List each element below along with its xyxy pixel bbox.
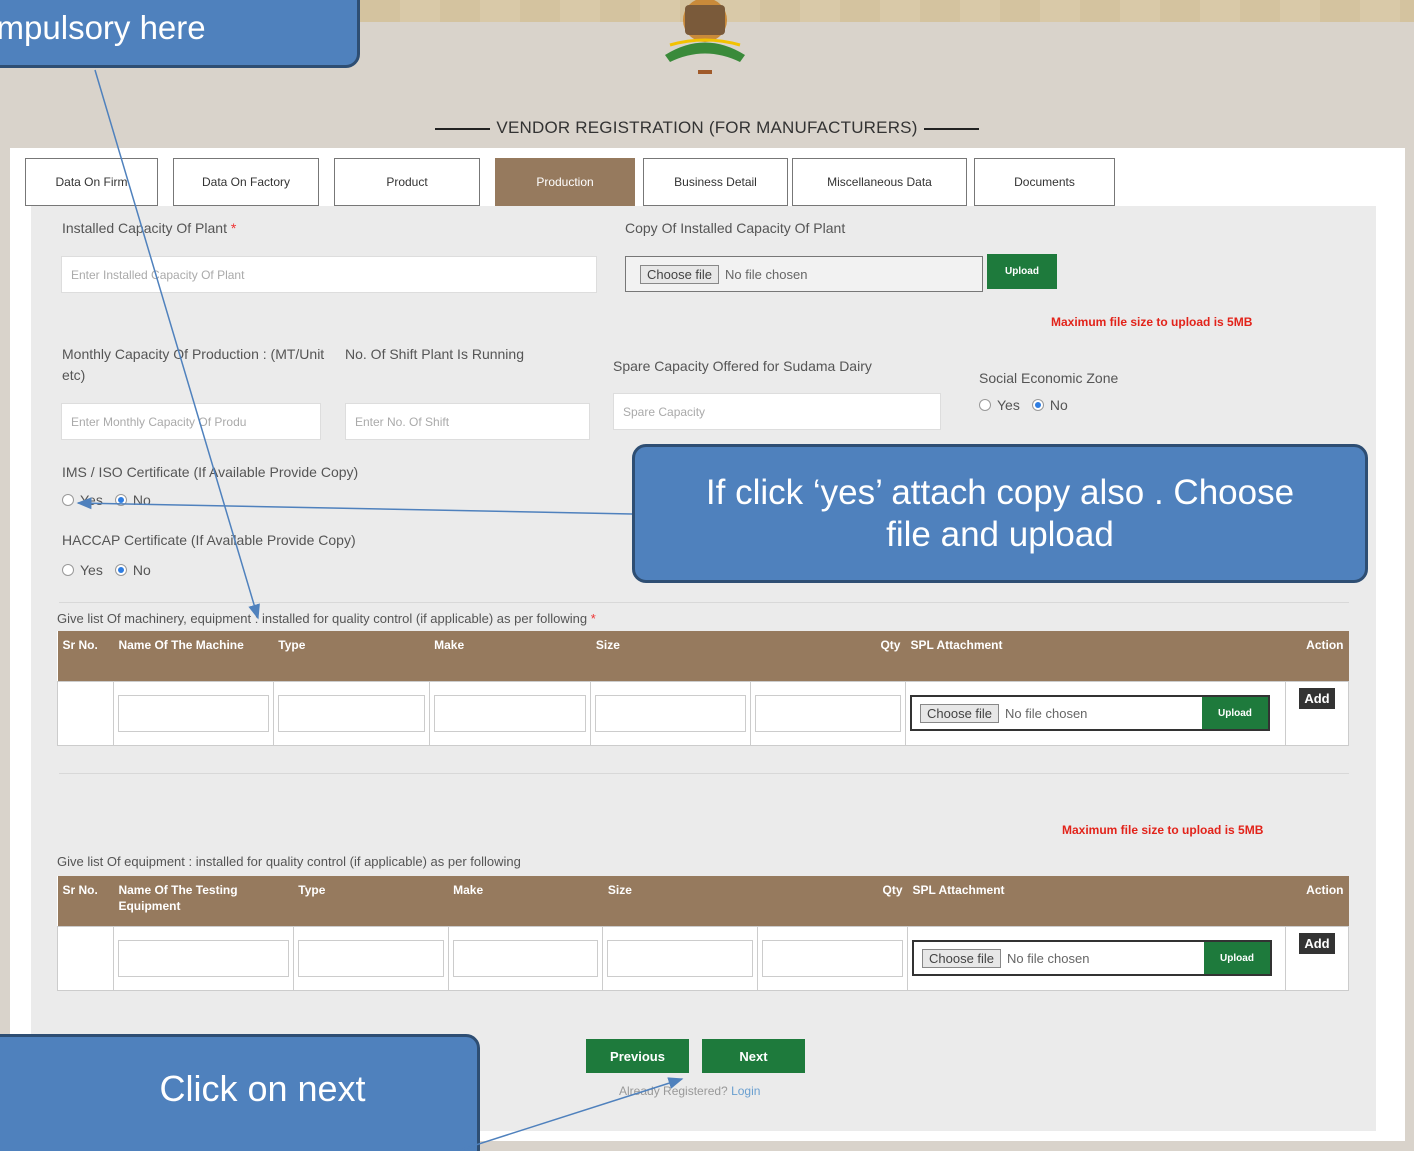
installed-capacity-input[interactable]: Enter Installed Capacity Of Plant [61, 256, 597, 293]
page-title: VENDOR REGISTRATION (FOR MANUFACTURERS) [0, 118, 1414, 138]
size-input[interactable] [595, 694, 747, 732]
spl-upload-button[interactable]: Upload [1204, 942, 1270, 974]
file-status: No file chosen [1007, 950, 1090, 966]
form-panel: Data On Firm Data On Factory Product Pro… [10, 148, 1405, 1141]
already-registered-text: Already Registered? Login [619, 1084, 761, 1098]
spl-upload-button[interactable]: Upload [1201, 697, 1268, 729]
callout-compulsory: Compulsory here [0, 0, 360, 68]
spare-capacity-input[interactable]: Spare Capacity [613, 393, 941, 430]
tab-data-on-factory[interactable]: Data On Factory [173, 158, 319, 206]
installed-capacity-label: Installed Capacity Of Plant * [62, 220, 237, 236]
size-input[interactable] [607, 939, 754, 977]
login-link[interactable]: Login [731, 1084, 760, 1098]
col-spl-attachment: SPL Attachment [905, 631, 1286, 681]
sez-yes-radio[interactable] [979, 399, 991, 411]
choose-file-button[interactable]: Choose file [922, 948, 1002, 968]
col-action: Action [1285, 631, 1349, 681]
table-row: Choose file No file chosen Upload Add [57, 925, 1350, 991]
make-input[interactable] [452, 939, 599, 977]
tab-business-detail[interactable]: Business Detail [643, 158, 788, 206]
ims-iso-no-radio[interactable] [114, 494, 127, 506]
col-sr-no: Sr No. [57, 876, 114, 926]
tab-production[interactable]: Production [495, 158, 635, 206]
col-make: Make [448, 876, 603, 926]
choose-file-button[interactable]: Choose file [919, 703, 1000, 723]
max-file-size-note: Maximum file size to upload is 5MB [1062, 823, 1264, 837]
col-sr-no: Sr No. [57, 631, 114, 681]
choose-file-button[interactable]: Choose file [640, 264, 720, 284]
col-type: Type [273, 631, 430, 681]
ims-iso-label: IMS / ISO Certificate (If Available Prov… [62, 464, 359, 480]
sez-label: Social Economic Zone [979, 370, 1119, 386]
sez-radio-group: Yes No [979, 397, 1068, 413]
col-qty: Qty [750, 631, 906, 681]
type-input[interactable] [277, 694, 425, 732]
haccap-radio-group: Yes No [62, 562, 151, 578]
callout-click-next: Click on next [0, 1034, 480, 1151]
tab-data-on-firm[interactable]: Data On Firm [25, 158, 158, 206]
sr-no-cell [57, 680, 114, 746]
equipment-table: Sr No. Name Of The Testing Equipment Typ… [57, 876, 1350, 991]
add-row-button[interactable]: Add [1299, 687, 1335, 709]
col-testing-equipment-name: Name Of The Testing Equipment [113, 876, 294, 926]
section-divider [59, 773, 1349, 774]
qty-input[interactable] [762, 939, 903, 977]
spl-attachment-file-input[interactable]: Choose file No file chosen Upload [909, 695, 1270, 731]
col-make: Make [429, 631, 591, 681]
section-divider [59, 602, 1349, 603]
make-input[interactable] [433, 694, 587, 732]
capacity-copy-upload-button[interactable]: Upload [987, 254, 1057, 289]
next-button[interactable]: Next [702, 1039, 805, 1073]
sez-no-radio[interactable] [1031, 399, 1044, 411]
col-spl-attachment: SPL Attachment [907, 876, 1286, 926]
ims-iso-yes-radio[interactable] [62, 494, 74, 506]
ims-iso-radio-group: Yes No [62, 492, 151, 508]
col-qty: Qty [757, 876, 908, 926]
previous-button[interactable]: Previous [586, 1039, 689, 1073]
callout-attach-copy: If click ‘yes’ attach copy also . Choose… [632, 444, 1368, 583]
logo [665, 0, 745, 74]
file-status: No file chosen [725, 266, 808, 282]
tab-product[interactable]: Product [334, 158, 480, 206]
equipment-table-caption: Give list Of equipment : installed for q… [57, 854, 521, 869]
spl-attachment-file-input[interactable]: Choose file No file chosen Upload [912, 940, 1272, 976]
spare-capacity-label: Spare Capacity Offered for Sudama Dairy [613, 358, 872, 374]
col-action: Action [1285, 876, 1349, 926]
qty-input[interactable] [755, 694, 901, 732]
machinery-table-caption: Give list Of machinery, equipment : inst… [57, 611, 596, 626]
form-body: Installed Capacity Of Plant * Enter Inst… [31, 206, 1376, 1131]
max-file-size-note: Maximum file size to upload is 5MB [1051, 315, 1253, 329]
sr-no-cell [57, 925, 114, 991]
capacity-copy-label: Copy Of Installed Capacity Of Plant [625, 220, 846, 236]
testing-equipment-name-input[interactable] [117, 939, 289, 977]
col-size: Size [602, 876, 758, 926]
machine-name-input[interactable] [117, 694, 269, 732]
add-row-button[interactable]: Add [1299, 932, 1335, 954]
tab-documents[interactable]: Documents [974, 158, 1115, 206]
capacity-copy-file-input[interactable]: Choose file No file chosen [625, 256, 983, 292]
monthly-capacity-label: Monthly Capacity Of Production : (MT/Uni… [62, 346, 325, 383]
machinery-table: Sr No. Name Of The Machine Type Make Siz… [57, 631, 1350, 746]
col-type: Type [293, 876, 449, 926]
monthly-capacity-input[interactable]: Enter Monthly Capacity Of Produ [61, 403, 321, 440]
shift-count-label: No. Of Shift Plant Is Running [345, 346, 524, 362]
haccap-yes-radio[interactable] [62, 564, 74, 576]
file-status: No file chosen [1005, 705, 1088, 721]
shift-count-input[interactable]: Enter No. Of Shift [345, 403, 590, 440]
haccap-no-radio[interactable] [114, 564, 127, 576]
table-row: Choose file No file chosen Upload Add [57, 680, 1350, 746]
type-input[interactable] [297, 939, 444, 977]
col-size: Size [590, 631, 751, 681]
tab-miscellaneous-data[interactable]: Miscellaneous Data [792, 158, 967, 206]
haccap-label: HACCAP Certificate (If Available Provide… [62, 532, 356, 548]
col-machine-name: Name Of The Machine [113, 631, 274, 681]
